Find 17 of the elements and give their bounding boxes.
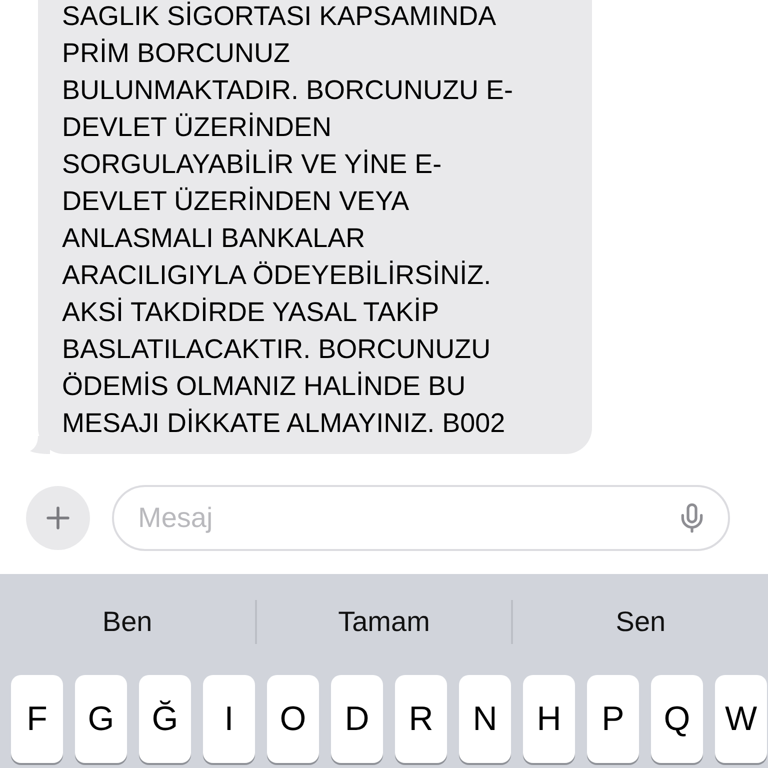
- keyboard-key[interactable]: O: [267, 675, 319, 763]
- keyboard-key[interactable]: R: [395, 675, 447, 763]
- keyboard-key[interactable]: Q: [651, 675, 703, 763]
- keyboard-key[interactable]: F: [11, 675, 63, 763]
- keyboard-key[interactable]: P: [587, 675, 639, 763]
- suggestion[interactable]: Ben: [0, 574, 255, 670]
- suggestion[interactable]: Sen: [513, 574, 768, 670]
- keyboard-key[interactable]: W: [715, 675, 767, 763]
- keyboard-key[interactable]: I: [203, 675, 255, 763]
- message-field[interactable]: Mesaj: [112, 485, 730, 551]
- keyboard-key[interactable]: Ğ: [139, 675, 191, 763]
- keyboard-key[interactable]: D: [331, 675, 383, 763]
- keyboard-key[interactable]: N: [459, 675, 511, 763]
- keyboard-key[interactable]: H: [523, 675, 575, 763]
- keyboard-key[interactable]: G: [75, 675, 127, 763]
- message-bubble: SAGLIK SİGORTASI KAPSAMINDA PRİM BORCUNUZ BULUNMAKTADIR. BORCUNUZU E- DEVLET ÜZERİNDEN SORGULAYABİLİR VE YİNE E- DEVLET ÜZERİNDEN VEYA ANLASMALI BANKALAR ARACILIGIYLA ÖDEYEBİLİRSİNİZ. AKSİ TAKDİRDE YASAL TAKİP BASLATILACAKTIR. BORCUNUZU ÖDEMİS OLMANIZ HALİNDE BU MESAJI DİKKATE ALMAYINIZ. B002: [38, 0, 592, 454]
- suggestion[interactable]: Tamam: [256, 574, 512, 670]
